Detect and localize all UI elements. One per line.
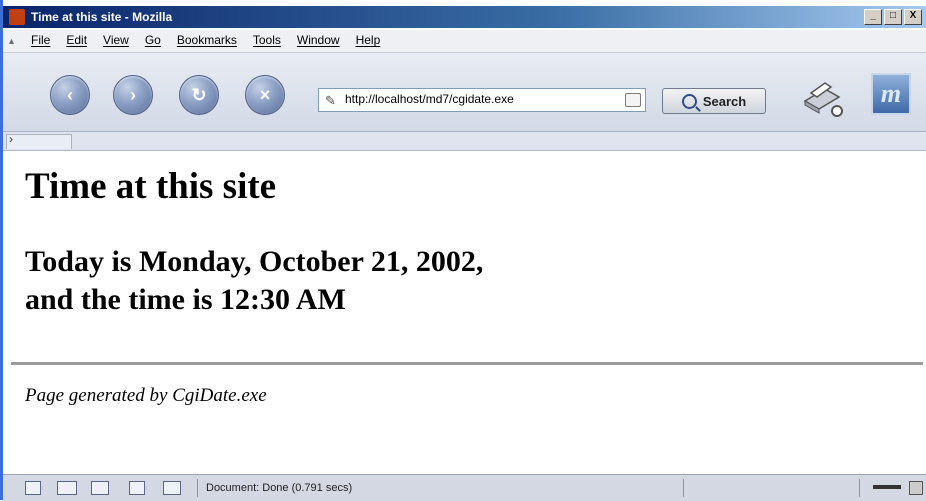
- stop-icon: ×: [259, 84, 271, 105]
- url-text[interactable]: http://localhost/md7/cgidate.exe: [345, 92, 514, 106]
- reload-button[interactable]: ↻: [179, 75, 219, 115]
- mail-icon[interactable]: [57, 481, 77, 495]
- page-heading: Time at this site: [25, 166, 277, 207]
- forward-button[interactable]: ›: [113, 75, 153, 115]
- stop-button[interactable]: ×: [245, 75, 285, 115]
- horizontal-rule: [11, 362, 923, 365]
- menu-window[interactable]: Window: [297, 33, 340, 47]
- app-icon: [9, 9, 25, 25]
- menu-edit[interactable]: Edit: [66, 33, 87, 47]
- sidebar-toggle-tab[interactable]: [6, 132, 72, 149]
- page-proxy-icon: ✎: [325, 93, 336, 108]
- minimize-button[interactable]: _: [864, 9, 882, 25]
- back-button[interactable]: ‹: [50, 75, 90, 115]
- menu-help[interactable]: Help: [356, 33, 381, 47]
- menu-view[interactable]: View: [103, 33, 129, 47]
- date-time-text: Today is Monday, October 21, 2002, and t…: [25, 243, 483, 319]
- address-book-icon[interactable]: [163, 481, 181, 495]
- navigator-icon[interactable]: [25, 481, 41, 495]
- window-title: Time at this site - Mozilla: [31, 10, 173, 24]
- search-label: Search: [702, 93, 747, 109]
- status-text: Document: Done (0.791 secs): [206, 482, 353, 494]
- search-icon: [681, 93, 697, 109]
- status-separator: [683, 479, 684, 497]
- menu-file[interactable]: File: [31, 33, 50, 47]
- menu-tools[interactable]: Tools: [253, 33, 281, 47]
- chat-icon[interactable]: [91, 481, 109, 495]
- back-icon: ‹: [67, 84, 73, 105]
- maximize-button[interactable]: □: [884, 9, 902, 25]
- menu-go[interactable]: Go: [145, 33, 161, 47]
- reload-icon: ↻: [191, 84, 207, 105]
- forward-icon: ›: [130, 84, 136, 105]
- menu-bar: ▴ File Edit View Go Bookmarks Tools Wind…: [3, 30, 926, 53]
- date-line: Today is Monday, October 21, 2002,: [25, 245, 484, 278]
- window-controls: _ □ X: [864, 9, 922, 25]
- time-line: and the time is 12:30 AM: [25, 283, 346, 316]
- online-status-icon[interactable]: [873, 485, 901, 489]
- print-icon[interactable]: [799, 75, 845, 121]
- page-footer: Page generated by CgiDate.exe: [25, 385, 267, 406]
- navigation-toolbar: ‹ › ↻ × ✎ http://localhost/md7/cgidate.e…: [3, 53, 926, 132]
- menu-items: File Edit View Go Bookmarks Tools Window…: [31, 33, 380, 47]
- close-button[interactable]: X: [904, 9, 922, 25]
- url-bar[interactable]: ✎ http://localhost/md7/cgidate.exe: [318, 88, 646, 112]
- mozilla-throbber-icon[interactable]: m: [871, 73, 911, 115]
- composer-icon[interactable]: [129, 481, 145, 495]
- menu-bookmarks[interactable]: Bookmarks: [177, 33, 237, 47]
- status-separator: [197, 479, 198, 497]
- status-bar: Document: Done (0.791 secs): [3, 474, 926, 501]
- status-separator: [859, 479, 860, 497]
- personal-toolbar: [3, 132, 926, 151]
- search-button[interactable]: Search: [662, 88, 766, 114]
- title-bar: Time at this site - Mozilla _ □ X: [3, 6, 926, 28]
- toolbar-grip-icon[interactable]: ▴: [9, 36, 14, 47]
- url-dropdown-button[interactable]: [625, 93, 641, 107]
- security-lock-icon[interactable]: [909, 481, 923, 495]
- browser-window: Time at this site - Mozilla _ □ X ▴ File…: [0, 0, 926, 501]
- page-content: Time at this site Today is Monday, Octob…: [3, 151, 926, 473]
